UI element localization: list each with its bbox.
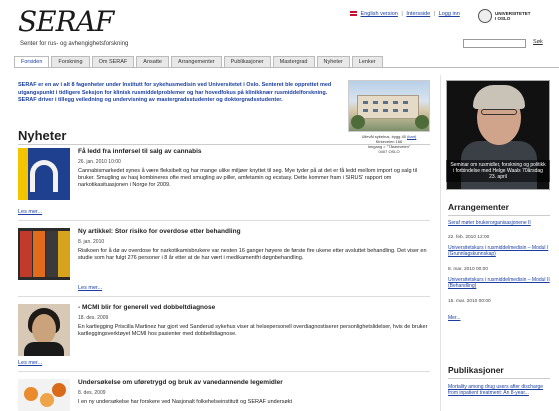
news-divider [18, 220, 430, 221]
window [363, 109, 368, 112]
news-title[interactable]: - MCMI blir for generell ved dobbeltdiag… [78, 304, 430, 312]
seraf-logo[interactable]: SERAF [18, 5, 114, 41]
news-text: I en ny undersøkelse har forskere ved Na… [78, 399, 292, 405]
news-thumb-medicines[interactable] [18, 379, 70, 411]
news-text: Cannabismarkedet synes å være fleksibelt… [78, 168, 418, 188]
event-link[interactable]: Universitetskurs i rusmiddelmedisin – Mo… [448, 245, 550, 257]
event-link[interactable]: Universitetskurs i rusmiddelmedisin – Mo… [448, 277, 550, 289]
publication-link[interactable]: Mortality among drug users after dischar… [448, 384, 550, 396]
thumb-book [33, 231, 45, 277]
news-heading-rule [18, 144, 430, 145]
news-divider [18, 371, 430, 372]
thumb-pill [40, 393, 54, 407]
login-link[interactable]: Logg inn [439, 11, 460, 17]
window [383, 101, 388, 104]
map-link[interactable]: (kart) [407, 134, 416, 139]
event-link[interactable]: Seraf møter brukerorganisasjonene II [448, 220, 550, 226]
tree [351, 115, 365, 129]
news-text: Risikoen for å dø av overdose for narkot… [78, 248, 427, 261]
tab-underline [14, 67, 559, 68]
news-body: - MCMI blir for generell ved dobbeltdiag… [78, 304, 430, 338]
separator: | [433, 11, 436, 17]
news-body: Få ledd fra innførsel til salg av cannab… [78, 148, 430, 189]
window [403, 109, 408, 112]
events-rule [448, 215, 550, 216]
news-body: Undersøkelse om uføretrygd og bruk av va… [78, 379, 430, 406]
publications-rule [448, 378, 550, 379]
news-thumb-mcmi[interactable] [18, 304, 70, 356]
window [393, 109, 398, 112]
event-date: 15. mar. 2010 00:00 [448, 299, 491, 304]
uio-logo[interactable]: UNIVERSITETET I OSLO [478, 9, 548, 25]
uk-flag-icon [350, 11, 357, 17]
publications-heading: Publikasjoner [448, 365, 504, 375]
read-more-link[interactable]: Les mer... [78, 285, 102, 291]
event-date: 22. feb. 2010 12:00 [448, 235, 490, 240]
english-version-link[interactable]: English version [361, 11, 398, 17]
news-thumb-overdose[interactable] [18, 228, 70, 280]
events-more-link[interactable]: Mer... [448, 315, 461, 321]
building-photo [348, 80, 430, 132]
tagline: Senter for rus- og avhengighetsforskning [20, 41, 129, 47]
thumb-book [58, 231, 70, 277]
logo-text: SERAF [18, 5, 114, 38]
thumb-body [24, 342, 64, 356]
window [393, 101, 398, 104]
intranet-link[interactable]: Intersside [406, 11, 430, 17]
thumb-book [46, 231, 58, 277]
uio-seal-icon [478, 9, 492, 23]
window [373, 101, 378, 104]
news-body: Ny artikkel: Stor risiko for overdose et… [78, 228, 430, 262]
building-shape [357, 95, 419, 119]
event-date: 8. mar. 2010 00:00 [448, 267, 489, 272]
news-text: En kartlegging Priscilla Martinez har gj… [78, 324, 428, 337]
news-date: 8. jan. 2010 [78, 239, 105, 245]
search-input[interactable] [463, 39, 526, 48]
feature-hair [473, 85, 525, 109]
thumb-arch [30, 160, 58, 192]
news-date: 18. des. 2009 [78, 315, 109, 321]
news-title[interactable]: Få ledd fra innførsel til salg av cannab… [78, 148, 430, 156]
read-more-link[interactable]: Les mer... [18, 360, 42, 366]
news-divider [18, 296, 430, 297]
window [403, 101, 408, 104]
thumb-stripe [18, 148, 28, 200]
window [373, 109, 378, 112]
uio-name-line2: I OSLO [495, 16, 511, 21]
news-title[interactable]: Ny artikkel: Stor risiko for overdose et… [78, 228, 430, 236]
news-thumb-cannabis[interactable] [18, 148, 70, 200]
feature-caption[interactable]: Seminar om rusmidler, forskning og polit… [446, 160, 550, 182]
thumb-pill [24, 387, 38, 401]
thumb-pill [52, 383, 66, 397]
news-heading: Nyheter [18, 128, 67, 143]
tree [415, 115, 429, 129]
column-divider [440, 75, 441, 411]
news-date: 26. jan. 2010 10:00 [78, 159, 121, 165]
top-links: English version | Intersside | Logg inn [350, 11, 460, 17]
read-more-link[interactable]: Les mer... [18, 209, 42, 215]
thumb-book [20, 231, 32, 277]
news-date: 8. des. 2009 [78, 390, 106, 396]
thumb-face [32, 314, 56, 344]
uio-name: UNIVERSITETET I OSLO [495, 11, 531, 21]
events-heading: Arrangementer [448, 202, 509, 212]
intro-text: SERAF er en av i alt 8 fagenheter under … [18, 82, 332, 103]
page: SERAF Senter for rus- og avhengighetsfor… [0, 0, 559, 411]
separator: | [401, 11, 403, 17]
feature-glasses [481, 109, 517, 115]
window [383, 109, 388, 112]
news-title[interactable]: Undersøkelse om uføretrygd og bruk av va… [78, 379, 430, 387]
header: SERAF Senter for rus- og avhengighetsfor… [0, 0, 559, 56]
window [363, 101, 368, 104]
search-button[interactable]: Søk [533, 39, 543, 45]
